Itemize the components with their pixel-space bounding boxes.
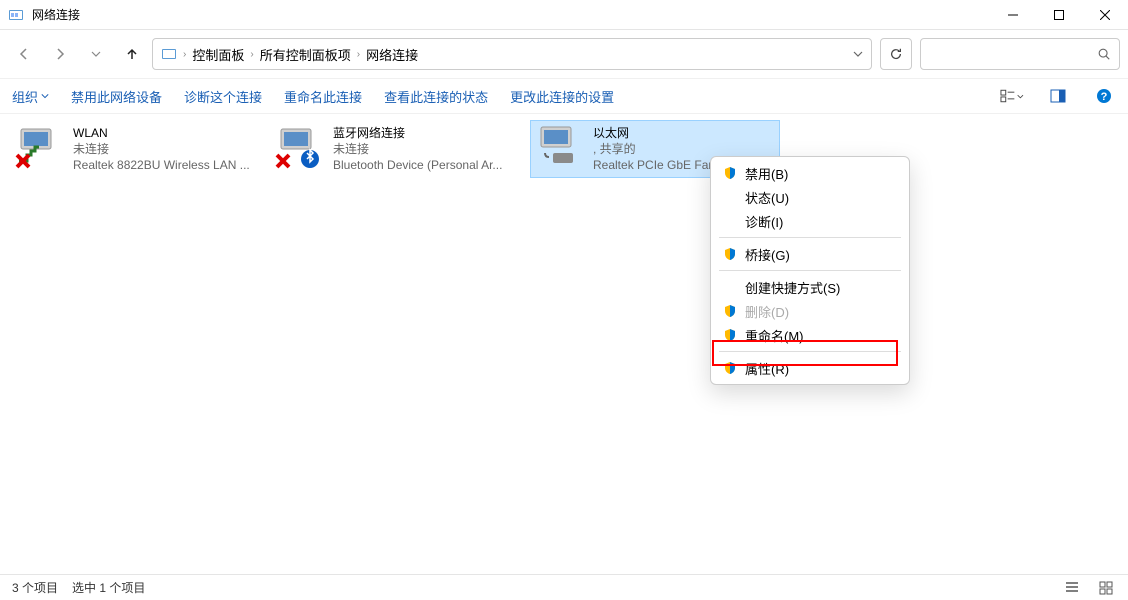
svg-text:?: ? <box>1101 91 1108 103</box>
change-settings-button[interactable]: 更改此连接的设置 <box>510 87 614 106</box>
connection-device: Realtek 8822BU Wireless LAN ... <box>73 157 250 173</box>
ctx-bridge[interactable]: 桥接(G) <box>711 242 909 266</box>
connection-name: 以太网 <box>593 125 734 141</box>
shield-icon <box>723 166 737 180</box>
connection-device: Bluetooth Device (Personal Ar... <box>333 157 502 173</box>
minimize-button[interactable] <box>990 0 1036 30</box>
bluetooth-icon <box>275 125 327 169</box>
ctx-disable[interactable]: 禁用(B) <box>711 161 909 185</box>
breadcrumb-2[interactable]: 所有控制面板项 <box>260 45 351 64</box>
menu-separator <box>719 351 901 352</box>
shield-icon <box>723 247 737 261</box>
shield-icon <box>723 304 737 318</box>
nav-row: › 控制面板 › 所有控制面板项 › 网络连接 <box>0 30 1128 78</box>
breadcrumb-separator: › <box>250 49 253 60</box>
icons-view-button[interactable] <box>1096 578 1116 598</box>
connection-wlan[interactable]: WLAN 未连接 Realtek 8822BU Wireless LAN ... <box>10 120 260 178</box>
search-input[interactable] <box>920 38 1120 70</box>
ctx-shortcut[interactable]: 创建快捷方式(S) <box>711 275 909 299</box>
search-icon <box>1097 47 1111 61</box>
shield-icon <box>723 361 737 375</box>
forward-button <box>44 38 76 70</box>
toolbar: 组织 禁用此网络设备 诊断这个连接 重命名此连接 查看此连接的状态 更改此连接的… <box>0 78 1128 114</box>
ethernet-icon <box>535 125 587 169</box>
breadcrumb-3[interactable]: 网络连接 <box>366 45 418 64</box>
shield-icon <box>723 328 737 342</box>
breadcrumb-separator: › <box>357 49 360 60</box>
titlebar: 网络连接 <box>0 0 1128 30</box>
address-bar[interactable]: › 控制面板 › 所有控制面板项 › 网络连接 <box>152 38 872 70</box>
ctx-delete: 删除(D) <box>711 299 909 323</box>
breadcrumb-1[interactable]: 控制面板 <box>192 45 244 64</box>
maximize-button[interactable] <box>1036 0 1082 30</box>
help-button[interactable]: ? <box>1092 84 1116 108</box>
ctx-rename[interactable]: 重命名(M) <box>711 323 909 347</box>
connection-status: , 共享的 <box>593 141 734 157</box>
menu-separator <box>719 237 901 238</box>
organize-button[interactable]: 组织 <box>12 87 49 106</box>
item-count: 3 个项目 <box>12 579 58 596</box>
refresh-button[interactable] <box>880 38 912 70</box>
window-title: 网络连接 <box>32 6 80 23</box>
connection-name: 蓝牙网络连接 <box>333 125 502 141</box>
folder-icon <box>161 46 177 62</box>
status-bar: 3 个项目 选中 1 个项目 <box>0 574 1128 600</box>
close-button[interactable] <box>1082 0 1128 30</box>
selected-count: 选中 1 个项目 <box>72 579 145 596</box>
diagnose-button[interactable]: 诊断这个连接 <box>184 87 262 106</box>
connection-bluetooth[interactable]: 蓝牙网络连接 未连接 Bluetooth Device (Personal Ar… <box>270 120 520 178</box>
recent-button[interactable] <box>80 38 112 70</box>
connection-status: 未连接 <box>73 141 250 157</box>
context-menu: 禁用(B) 状态(U) 诊断(I) 桥接(G) 创建快捷方式(S) 删除(D) … <box>710 156 910 385</box>
chevron-down-icon[interactable] <box>853 49 863 59</box>
ctx-diagnose[interactable]: 诊断(I) <box>711 209 909 233</box>
breadcrumb-separator: › <box>183 49 186 60</box>
view-status-button[interactable]: 查看此连接的状态 <box>384 87 488 106</box>
connection-name: WLAN <box>73 125 250 141</box>
up-button[interactable] <box>116 38 148 70</box>
content-area: WLAN 未连接 Realtek 8822BU Wireless LAN ...… <box>0 114 1128 574</box>
preview-pane-button[interactable] <box>1046 84 1070 108</box>
rename-button[interactable]: 重命名此连接 <box>284 87 362 106</box>
connection-status: 未连接 <box>333 141 502 157</box>
details-view-button[interactable] <box>1062 578 1082 598</box>
ctx-properties[interactable]: 属性(R) <box>711 356 909 380</box>
ctx-status[interactable]: 状态(U) <box>711 185 909 209</box>
menu-separator <box>719 270 901 271</box>
wlan-icon <box>15 125 67 169</box>
disable-device-button[interactable]: 禁用此网络设备 <box>71 87 162 106</box>
view-options-button[interactable] <box>1000 84 1024 108</box>
window-icon <box>8 7 24 23</box>
back-button[interactable] <box>8 38 40 70</box>
